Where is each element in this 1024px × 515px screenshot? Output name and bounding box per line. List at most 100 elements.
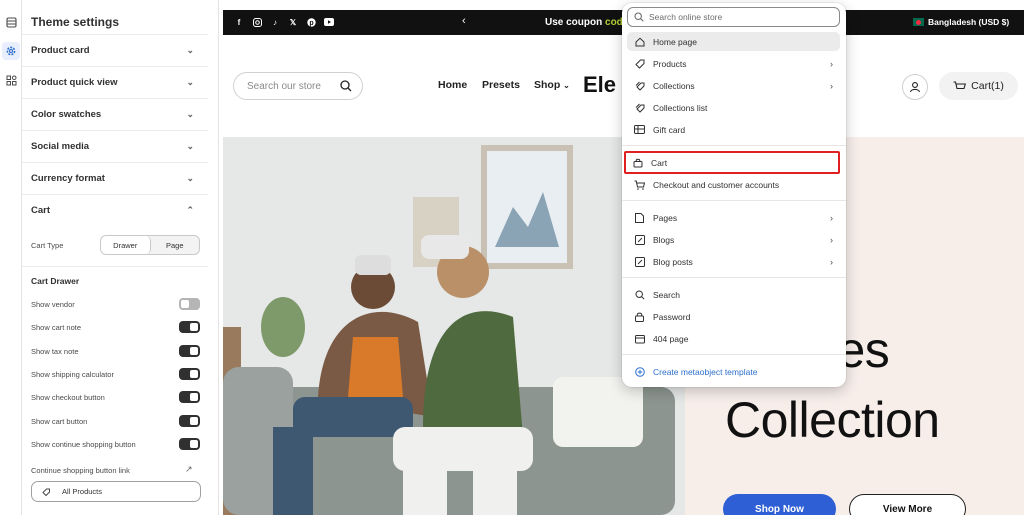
account-icon[interactable] — [902, 74, 928, 100]
menu-item-home-page[interactable]: Home page — [627, 32, 840, 51]
section-label: Color swatches — [31, 109, 102, 120]
shop-now-button[interactable]: Shop Now — [723, 494, 836, 515]
chevron-down-icon: ⌄ — [186, 77, 194, 87]
nav-presets[interactable]: Presets — [482, 79, 520, 91]
menu-divider — [622, 145, 846, 146]
facebook-icon[interactable]: f — [233, 16, 245, 28]
menu-item-label: Blog posts — [653, 256, 693, 267]
x-icon[interactable]: 𝕏 — [287, 16, 299, 28]
youtube-icon[interactable] — [323, 16, 335, 28]
store-search-input[interactable]: Search our store — [233, 72, 363, 100]
continue-link-value: All Products — [62, 487, 103, 496]
cart-type-page-option[interactable]: Page — [151, 236, 200, 254]
show-checkout-button-toggle[interactable] — [179, 391, 200, 403]
section-product-quick-view[interactable]: Product quick view ⌄ — [22, 66, 208, 98]
chevron-down-icon: ⌄ — [563, 81, 570, 90]
sections-icon[interactable] — [2, 13, 20, 31]
section-label: Currency format — [31, 173, 105, 184]
menu-item-label: Products — [653, 58, 687, 69]
tiktok-icon[interactable]: ♪ — [269, 16, 281, 28]
chevron-right-icon: › — [830, 58, 833, 69]
menu-item-label: Blogs — [653, 234, 675, 245]
chevron-up-icon: ⌃ — [186, 205, 194, 215]
cart-button[interactable]: Cart(1) — [939, 72, 1018, 100]
menu-divider — [622, 354, 846, 355]
external-link-icon[interactable]: ↗ — [185, 464, 193, 475]
section-color-swatches[interactable]: Color swatches ⌄ — [22, 98, 208, 130]
cart-icon — [634, 179, 645, 190]
lock-icon — [634, 311, 645, 322]
nav-shop-label: Shop — [534, 79, 561, 91]
divider — [22, 266, 208, 267]
country-selector[interactable]: Bangladesh (USD $) — [913, 17, 1009, 27]
menu-item-gift-card[interactable]: Gift card — [627, 120, 840, 139]
toggle-label: Show cart note — [31, 323, 82, 332]
theme-settings-gear-icon[interactable] — [2, 42, 20, 60]
bag-icon — [632, 157, 643, 168]
menu-item-label: Password — [653, 311, 691, 322]
menu-item-blog-posts[interactable]: Blog posts › — [627, 252, 840, 271]
continue-link-label: Continue shopping button link — [31, 466, 130, 475]
cart-label: Cart(1) — [971, 80, 1004, 92]
chevron-down-icon: ⌄ — [186, 141, 194, 151]
menu-divider — [622, 200, 846, 201]
gift-card-icon — [634, 124, 645, 135]
announcement-text: Use coupon code — [545, 17, 628, 28]
section-social-media[interactable]: Social media ⌄ — [22, 130, 208, 162]
template-search-placeholder: Search online store — [649, 12, 723, 22]
menu-item-404-page[interactable]: 404 page — [627, 329, 840, 348]
show-vendor-toggle[interactable] — [179, 298, 200, 310]
menu-item-label: Collections list — [653, 102, 708, 113]
instagram-icon[interactable] — [251, 16, 263, 28]
cart-type-segmented-control: Drawer Page — [100, 235, 200, 255]
cart-type-label: Cart Type — [31, 241, 64, 250]
pinterest-icon[interactable]: p — [305, 16, 317, 28]
apps-icon[interactable] — [2, 71, 20, 89]
home-icon — [634, 36, 645, 47]
menu-item-label: Collections — [653, 80, 695, 91]
menu-item-collections[interactable]: Collections › — [627, 76, 840, 95]
show-shipping-calculator-toggle[interactable] — [179, 368, 200, 380]
show-cart-button-toggle[interactable] — [179, 415, 200, 427]
continue-link-field[interactable]: All Products — [31, 481, 201, 502]
hero-heading-line2: Collection — [725, 392, 940, 448]
menu-item-checkout[interactable]: Checkout and customer accounts — [627, 175, 840, 194]
menu-item-blogs[interactable]: Blogs › — [627, 230, 840, 249]
chevron-right-icon: › — [830, 80, 833, 91]
show-continue-shopping-toggle[interactable] — [179, 438, 200, 450]
chevron-right-icon: › — [830, 212, 833, 223]
template-search-input[interactable]: Search online store — [627, 7, 840, 27]
menu-item-pages[interactable]: Pages › — [627, 208, 840, 227]
show-cart-note-toggle[interactable] — [179, 321, 200, 333]
show-tax-note-toggle[interactable] — [179, 345, 200, 357]
search-icon — [340, 80, 352, 92]
nav-home[interactable]: Home — [438, 79, 467, 91]
menu-item-label: 404 page — [653, 333, 689, 344]
menu-item-products[interactable]: Products › — [627, 54, 840, 73]
search-icon — [634, 289, 645, 300]
menu-item-label: Create metaobject template — [653, 366, 758, 377]
editor-icon-rail — [0, 0, 22, 515]
chevron-right-icon: › — [830, 256, 833, 267]
template-selector-dropdown: Search online store Home page Products ›… — [622, 3, 846, 387]
section-currency-format[interactable]: Currency format ⌄ — [22, 162, 208, 194]
store-logo[interactable]: Ele — [583, 72, 616, 98]
nav-shop[interactable]: Shop ⌄ — [534, 79, 570, 91]
menu-item-label: Pages — [653, 212, 678, 223]
box-icon — [634, 333, 645, 344]
section-product-card[interactable]: Product card ⌄ — [22, 34, 208, 66]
collection-list-icon — [634, 102, 645, 113]
cart-type-drawer-option[interactable]: Drawer — [101, 236, 151, 254]
toggle-label: Show shipping calculator — [31, 370, 114, 379]
view-more-button[interactable]: View More — [849, 494, 966, 515]
menu-item-label: Checkout and customer accounts — [653, 179, 780, 190]
section-cart[interactable]: Cart ⌃ — [22, 194, 208, 226]
country-label: Bangladesh (USD $) — [928, 17, 1010, 27]
menu-item-cart[interactable]: Cart — [624, 151, 840, 174]
menu-item-label: Search — [653, 289, 680, 300]
menu-item-search[interactable]: Search — [627, 285, 840, 304]
menu-item-collections-list[interactable]: Collections list — [627, 98, 840, 117]
create-metaobject-template-link[interactable]: Create metaobject template — [627, 362, 840, 381]
announcement-prev-arrow[interactable]: ‹ — [462, 15, 466, 27]
menu-item-password[interactable]: Password — [627, 307, 840, 326]
